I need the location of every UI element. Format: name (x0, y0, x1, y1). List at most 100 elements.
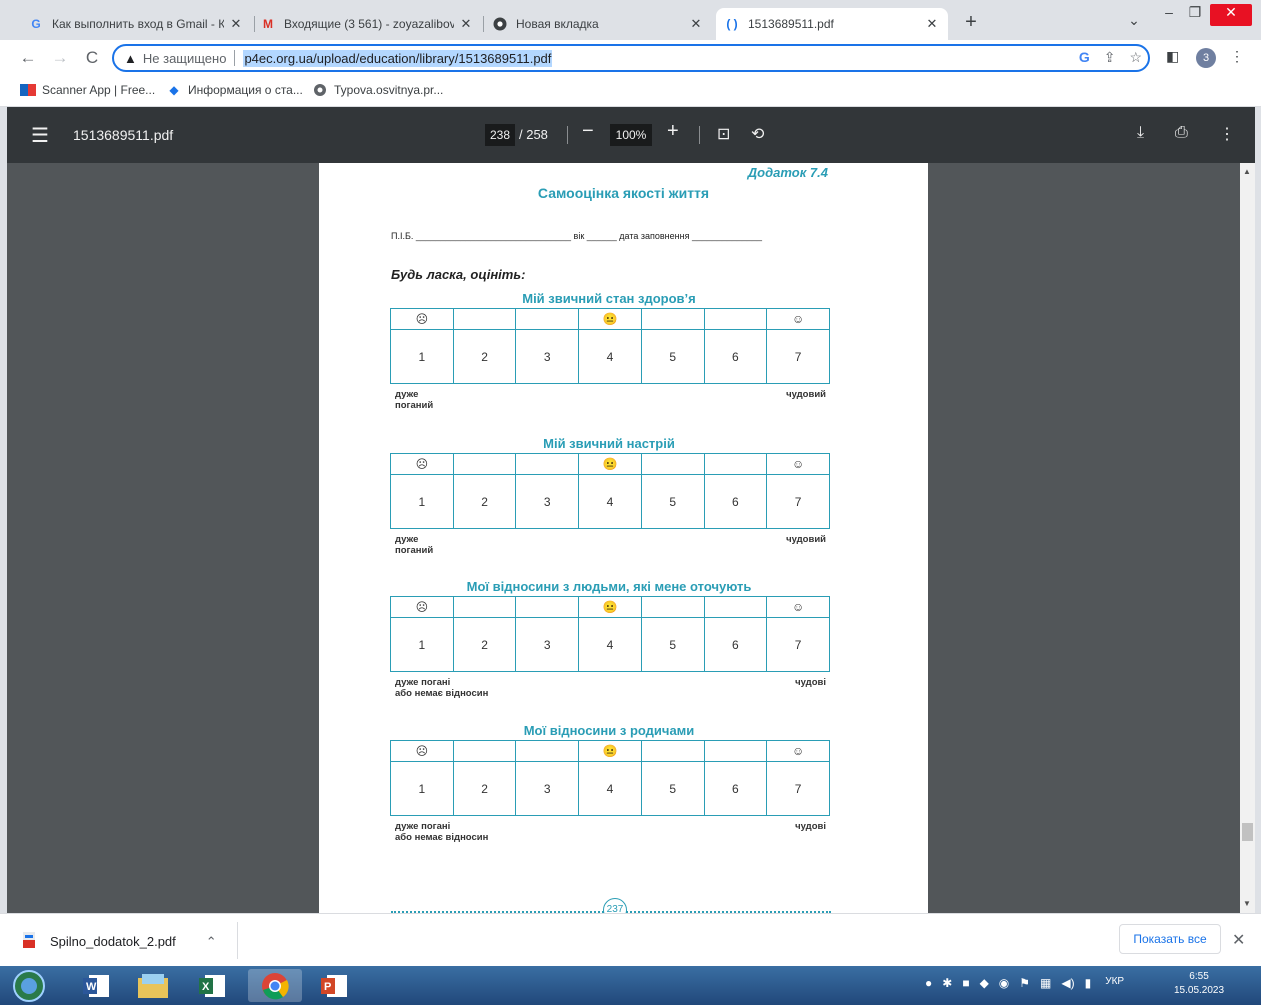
download-icon[interactable]: ⤓ (1137, 124, 1144, 142)
language-indicator[interactable]: УКР (1105, 976, 1124, 990)
bookmark-label: Typova.osvitnya.pr... (334, 83, 444, 97)
rating-table: ☹ 😐 ☺ 1 2 3 4 5 6 7 (390, 596, 830, 672)
chrome-icon (492, 16, 508, 32)
high-label: чудові (795, 821, 826, 832)
clock[interactable]: 6:55 15.05.2023 (1174, 970, 1224, 998)
reload-icon[interactable]: C (80, 46, 104, 70)
scroll-thumb[interactable] (1242, 823, 1253, 841)
close-icon[interactable]: ✕ (924, 16, 940, 32)
new-tab-button[interactable]: + (960, 12, 982, 34)
chrome-taskbar-icon[interactable] (248, 969, 302, 1002)
battery-icon[interactable]: ▮ (1085, 976, 1092, 990)
scrollbar[interactable]: ▲ ▼ (1240, 163, 1255, 913)
bookmark-scanner-app[interactable]: Scanner App | Free... (20, 82, 155, 98)
empty-cell (703, 308, 768, 330)
close-icon[interactable]: ✕ (688, 16, 704, 32)
high-label: чудові (795, 677, 826, 688)
window-close-icon[interactable]: ✕ (1210, 4, 1252, 26)
empty-cell (703, 453, 768, 475)
pdf-viewer[interactable]: Додаток 7.4 Самооцінка якості життя П.І.… (7, 163, 1240, 913)
minimize-icon[interactable]: – (1158, 4, 1180, 26)
security-label[interactable]: Не защищено (143, 51, 227, 66)
page-number-input[interactable]: 238 (485, 124, 515, 146)
more-options-icon[interactable]: ⋮ (1219, 124, 1235, 144)
menu-icon[interactable]: ⋮ (1230, 48, 1244, 65)
network-icon[interactable]: ▦ (1040, 976, 1051, 990)
empty-cell (703, 740, 768, 762)
bookmark-label: Scanner App | Free... (42, 83, 156, 97)
sad-face-icon: ☹ (390, 308, 454, 330)
file-explorer-icon[interactable] (126, 969, 180, 1002)
tray-app-icon[interactable]: ● (925, 976, 932, 990)
section-title: Мої відносини з людьми, які мене оточуют… (466, 579, 752, 594)
close-icon[interactable]: ✕ (458, 16, 474, 32)
volume-icon[interactable]: ◀) (1061, 976, 1074, 990)
tab-search-icon[interactable]: ⌄ (1124, 12, 1144, 34)
scroll-up-icon[interactable]: ▲ (1243, 167, 1251, 176)
neutral-face-icon: 😐 (578, 740, 642, 762)
bookmark-star-icon[interactable]: ☆ (1129, 49, 1142, 66)
faces-row: ☹ 😐 ☺ (390, 740, 830, 762)
tray-icon[interactable]: ◆ (980, 976, 989, 990)
tray-icon[interactable]: ■ (962, 976, 969, 990)
rating-cell: 6 (703, 329, 768, 384)
page-total: / 258 (519, 127, 548, 142)
bookmarks-bar: Scanner App | Free... ◆ Информация о ста… (0, 76, 1261, 107)
print-icon[interactable]: ⎙ (1175, 124, 1188, 142)
empty-cell (515, 740, 580, 762)
word-icon[interactable]: W (70, 969, 124, 1002)
tab-pdf[interactable]: ( ) 1513689511.pdf ✕ (716, 8, 948, 40)
google-lens-icon[interactable]: G (1079, 49, 1090, 66)
share-icon[interactable]: ⇪ (1104, 49, 1116, 66)
empty-cell (452, 308, 517, 330)
address-bar[interactable]: ▲ Не защищено p4ec.org.ua/upload/educati… (112, 44, 1150, 72)
tab-title: 1513689511.pdf (748, 17, 834, 31)
section-title: Мій звичний настрій (543, 436, 675, 451)
rating-cell: 1 (390, 329, 454, 384)
rating-cell: 4 (578, 474, 642, 529)
restore-icon[interactable]: ❐ (1184, 4, 1206, 26)
smiley-face-icon: ☺ (766, 453, 830, 475)
tab-new-tab[interactable]: Новая вкладка ✕ (484, 8, 712, 40)
start-button[interactable] (6, 969, 52, 1002)
powerpoint-icon[interactable]: P (308, 969, 362, 1002)
svg-text:W: W (86, 981, 97, 993)
sad-face-icon: ☹ (390, 453, 454, 475)
download-item[interactable]: Spilno_dodatok_2.pdf ⌃ (22, 932, 217, 951)
warning-icon[interactable]: ▲ (124, 51, 137, 66)
tab-gmail-login[interactable]: G Как выполнить вход в Gmail - Ко ✕ (20, 8, 252, 40)
bookmark-typova[interactable]: Typova.osvitnya.pr... (312, 82, 443, 98)
rotate-icon[interactable]: ⟲ (751, 124, 764, 144)
rating-table: ☹ 😐 ☺ 1 2 3 4 5 6 7 (390, 453, 830, 529)
close-icon[interactable]: ✕ (228, 16, 244, 32)
bluetooth-icon[interactable]: ✱ (942, 976, 952, 990)
rating-cell: 3 (515, 329, 580, 384)
rating-cell: 7 (766, 474, 830, 529)
back-icon[interactable]: ← (16, 46, 40, 70)
hamburger-menu-icon[interactable]: ☰ (31, 123, 49, 148)
chevron-up-icon[interactable]: ⌃ (206, 934, 217, 950)
divider (237, 922, 238, 959)
forward-icon[interactable]: → (48, 46, 72, 70)
smiley-face-icon: ☺ (766, 740, 830, 762)
bookmark-info[interactable]: ◆ Информация о ста... (166, 82, 302, 98)
tab-strip: G Как выполнить вход в Gmail - Ко ✕ M Вх… (0, 0, 1261, 40)
pdf-file-icon (22, 932, 36, 951)
side-panel-icon[interactable]: ◧ (1166, 48, 1179, 65)
profile-avatar[interactable]: 3 (1196, 48, 1216, 68)
tab-gmail-inbox[interactable]: M Входящие (3 561) - zoyazalibovsk ✕ (252, 8, 482, 40)
tray-icon[interactable]: ◉ (999, 976, 1009, 990)
excel-icon[interactable]: X (186, 969, 240, 1002)
rating-table: ☹ 😐 ☺ 1 2 3 4 5 6 7 (390, 740, 830, 816)
zoom-in-button[interactable]: + (667, 120, 679, 143)
action-center-flag-icon[interactable]: ⚑ (1019, 976, 1030, 990)
smiley-face-icon: ☺ (766, 308, 830, 330)
zoom-out-button[interactable]: − (582, 120, 594, 143)
url-text[interactable]: p4ec.org.ua/upload/education/library/151… (243, 49, 553, 67)
fit-page-icon[interactable]: ⊡ (717, 124, 730, 144)
scroll-down-icon[interactable]: ▼ (1243, 899, 1251, 908)
rating-cell: 5 (640, 474, 705, 529)
zoom-input[interactable]: 100% (610, 124, 652, 146)
show-all-button[interactable]: Показать все (1119, 924, 1221, 954)
close-download-bar-icon[interactable]: ✕ (1232, 930, 1245, 950)
